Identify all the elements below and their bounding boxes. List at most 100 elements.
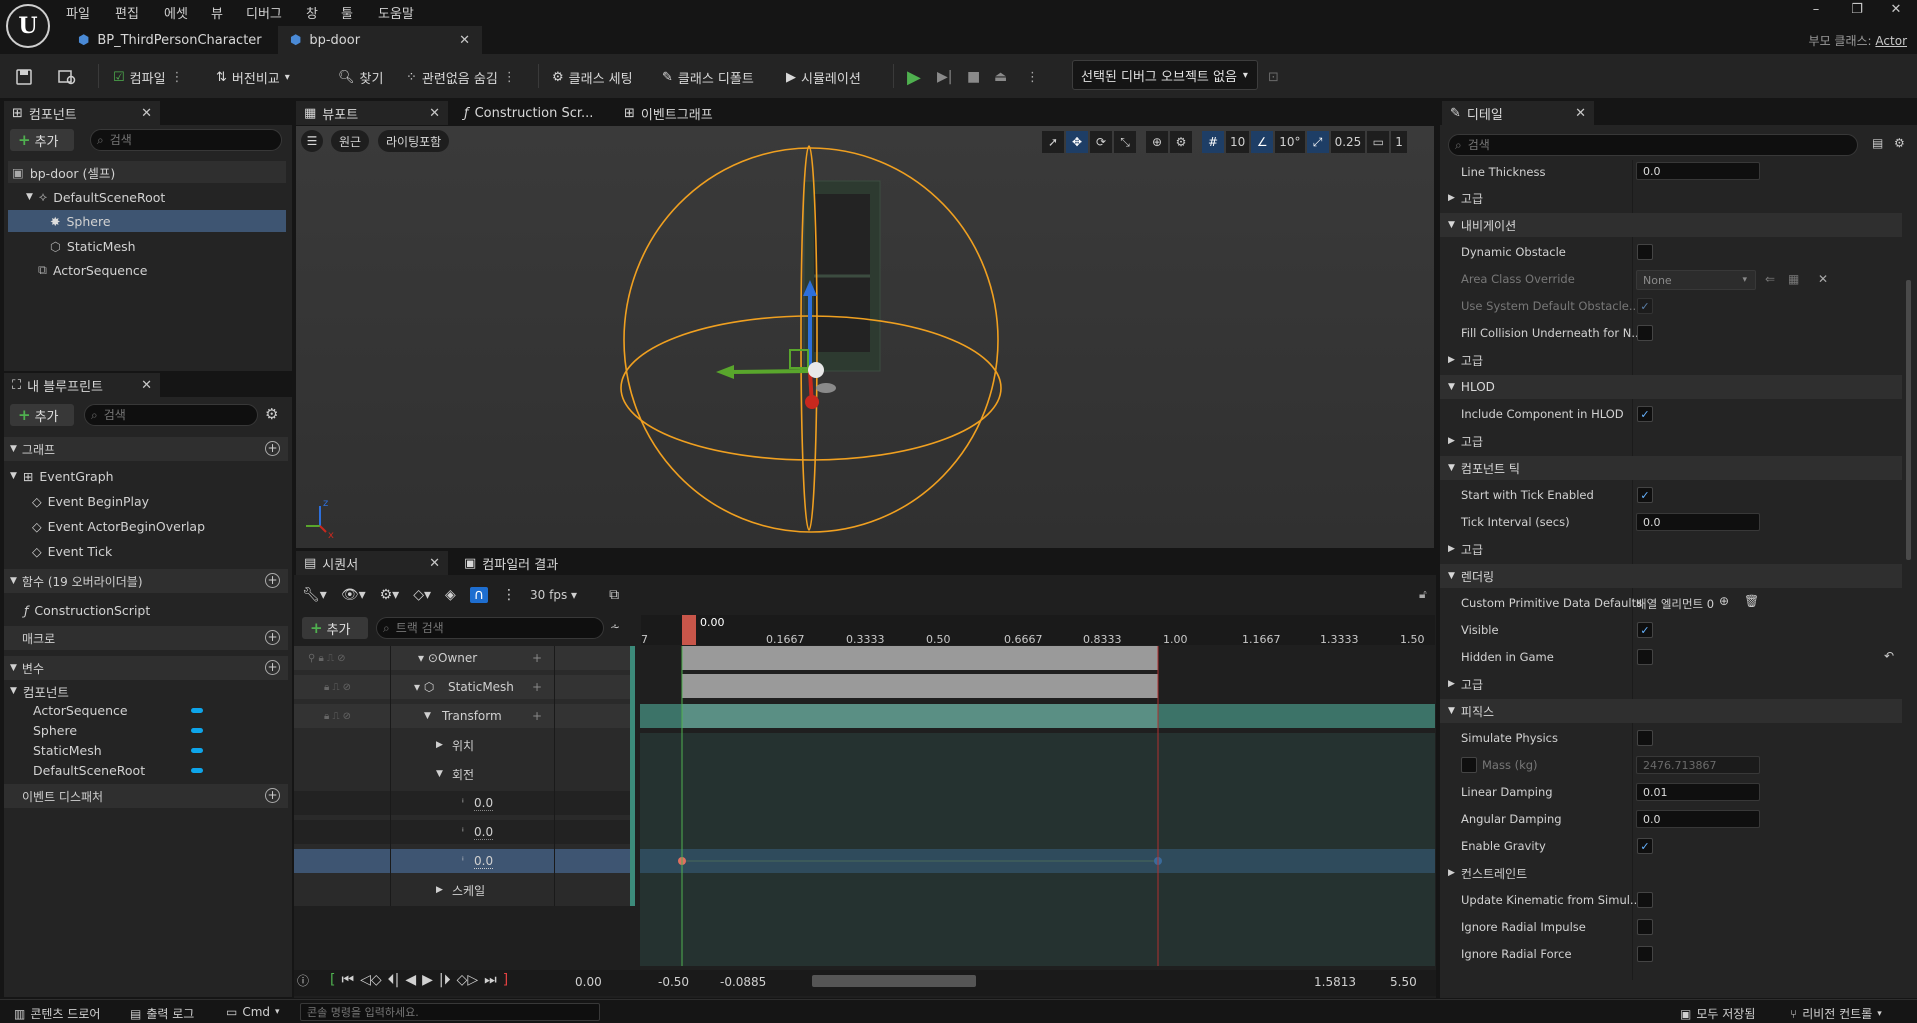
- add-component-button[interactable]: + 추가: [10, 129, 74, 151]
- select-icon[interactable]: ➚: [1042, 131, 1064, 153]
- compile-button[interactable]: ☑ 컴파일 ⋮: [113, 66, 184, 88]
- myblueprint-search-input[interactable]: [103, 408, 257, 422]
- gear-icon[interactable]: ⚙: [265, 405, 278, 423]
- grid-snap-icon[interactable]: #: [1202, 131, 1224, 153]
- section-graphs[interactable]: ▼ 그래프 +: [4, 437, 288, 461]
- set-start-icon[interactable]: [: [330, 972, 335, 988]
- variable-defaultsceneroot[interactable]: DefaultSceneRoot: [8, 759, 286, 781]
- unreal-logo-icon[interactable]: U: [6, 4, 50, 48]
- track-rotation-z[interactable]: ⁱ 0.0: [294, 849, 634, 873]
- variable-staticmesh[interactable]: StaticMesh: [8, 739, 286, 761]
- find-button[interactable]: 🔍︎ 찾기: [338, 66, 383, 88]
- track-rotation[interactable]: ▼ 회전: [294, 762, 634, 786]
- parent-class-link[interactable]: Actor: [1875, 34, 1907, 48]
- camera-speed-icon[interactable]: ▭: [1367, 131, 1390, 153]
- surface-snap-icon[interactable]: ⚙: [1170, 131, 1192, 153]
- translate-icon[interactable]: ✥: [1066, 131, 1088, 153]
- more-vertical-icon[interactable]: ⋮: [1026, 66, 1039, 88]
- tab-event-graph[interactable]: ⊞ 이벤트그래프: [616, 101, 756, 125]
- menu-file[interactable]: 파일: [66, 3, 90, 22]
- revision-control-button[interactable]: ⑂ 리비전 컨트롤 ▾: [1790, 1005, 1882, 1022]
- class-settings-button[interactable]: ⚙ 클래스 세팅: [552, 66, 633, 88]
- stop-icon[interactable]: ■: [967, 66, 980, 88]
- enable-gravity-checkbox[interactable]: ✓: [1637, 838, 1653, 854]
- section-functions[interactable]: ▼ 함수 (19 오버라이더블) +: [4, 569, 288, 593]
- table-view-icon[interactable]: ▤: [1872, 136, 1883, 150]
- add-function-icon[interactable]: +: [265, 573, 280, 588]
- console-input[interactable]: [307, 1005, 599, 1019]
- tab-construction-script[interactable]: ƒ Construction Scr...: [456, 101, 606, 125]
- current-time-field[interactable]: 0.00: [575, 975, 602, 989]
- delete-icon[interactable]: 🗑︎: [1744, 594, 1759, 608]
- range-scrollbar[interactable]: [812, 975, 976, 987]
- rotation-snap-value[interactable]: 10°: [1275, 131, 1305, 153]
- section-rendering[interactable]: ▼ 렌더링: [1440, 564, 1902, 588]
- filter-icon[interactable]: ⩪: [610, 620, 620, 634]
- viewport-3d[interactable]: z x: [296, 126, 1434, 548]
- ignore-radial-impulse-checkbox[interactable]: [1637, 919, 1653, 935]
- dynamic-obstacle-checkbox[interactable]: [1637, 244, 1653, 260]
- browse-icon[interactable]: [58, 66, 76, 88]
- track-rotation-x[interactable]: ⁱ 0.0: [294, 791, 634, 815]
- event-beginplay[interactable]: ◇ Event BeginPlay: [8, 490, 286, 512]
- tick-interval-field[interactable]: 0.0: [1636, 513, 1760, 531]
- save-all-status[interactable]: ▣ 모두 저장됨: [1680, 1005, 1755, 1022]
- update-kinematic-checkbox[interactable]: [1637, 892, 1653, 908]
- tab-bp-door[interactable]: ⬢ bp-door ✕: [278, 26, 482, 54]
- section-variables[interactable]: ▼ 변수 +: [4, 656, 288, 680]
- line-thickness-field[interactable]: 0.0: [1636, 162, 1760, 180]
- close-tab-icon[interactable]: ✕: [459, 33, 470, 48]
- use-selected-icon[interactable]: ⇐: [1765, 272, 1775, 286]
- info-icon[interactable]: ⓘ: [297, 972, 309, 989]
- play-icon[interactable]: ▶: [907, 66, 921, 88]
- function-constructionscript[interactable]: ƒ ConstructionScript: [8, 599, 286, 621]
- lock-icon[interactable]: 🔓︎: [1419, 587, 1427, 602]
- component-defaultsceneroot[interactable]: ▼ ⟡ DefaultSceneRoot: [8, 186, 286, 208]
- tools-icon[interactable]: 🔧︎▾: [302, 587, 327, 603]
- prev-frame-icon[interactable]: ⏴|: [388, 972, 400, 988]
- include-hlod-checkbox[interactable]: ✓: [1637, 406, 1653, 422]
- add-track-icon[interactable]: +: [532, 709, 542, 723]
- camera-speed-value[interactable]: 1: [1391, 131, 1407, 153]
- hidden-in-game-checkbox[interactable]: [1637, 649, 1653, 665]
- playback-options-icon[interactable]: ⚙▾: [380, 587, 400, 603]
- advanced-toggle[interactable]: ▶ 고급: [1440, 672, 1902, 696]
- visible-checkbox[interactable]: ✓: [1637, 622, 1653, 638]
- more-vertical-icon[interactable]: ⋮: [502, 587, 516, 603]
- close-icon[interactable]: ✕: [429, 556, 440, 571]
- ignore-radial-force-checkbox[interactable]: [1637, 946, 1653, 962]
- section-event-dispatchers[interactable]: 이벤트 디스패처 +: [4, 784, 288, 808]
- track-rotation-y[interactable]: ⁱ 0.0: [294, 820, 634, 844]
- track-staticmesh[interactable]: 🔒︎ ⎍ ⊘ ▾ ⬡ StaticMesh +: [294, 675, 634, 699]
- rotate-icon[interactable]: ⟳: [1090, 131, 1112, 153]
- variable-sphere[interactable]: Sphere: [8, 719, 286, 741]
- next-key-icon[interactable]: ◇▷: [457, 972, 479, 988]
- track-transform[interactable]: 🔒︎ ⎍ ⊘ ▼ Transform +: [294, 704, 634, 728]
- details-search[interactable]: ⌕: [1448, 134, 1858, 156]
- auto-key-icon[interactable]: ◈: [445, 587, 456, 603]
- cmd-select[interactable]: ▭ Cmd ▾: [226, 1005, 280, 1019]
- area-class-select[interactable]: None ▾: [1636, 270, 1756, 290]
- minimize-icon[interactable]: –: [1802, 2, 1830, 17]
- view-options-icon[interactable]: 👁︎▾: [341, 587, 366, 603]
- event-actorbeginoverlap[interactable]: ◇ Event ActorBeginOverlap: [8, 515, 286, 537]
- graph-eventgraph[interactable]: ▼ ⊞ EventGraph: [8, 465, 286, 487]
- fill-collision-checkbox[interactable]: [1637, 325, 1653, 341]
- curve-editor-icon[interactable]: ⧉: [609, 587, 619, 603]
- start-with-tick-checkbox[interactable]: ✓: [1637, 487, 1653, 503]
- diff-button[interactable]: ⇅ 버전비교 ▾: [216, 66, 290, 88]
- gear-icon[interactable]: ⚙: [1894, 136, 1905, 150]
- simulate-physics-checkbox[interactable]: [1637, 730, 1653, 746]
- console-input-box[interactable]: [300, 1003, 600, 1021]
- menu-tools[interactable]: 툴: [341, 3, 353, 22]
- simulation-button[interactable]: ▶ 시뮬레이션: [786, 66, 861, 88]
- menu-view[interactable]: 뷰: [211, 3, 223, 22]
- track-search[interactable]: ⌕: [376, 617, 604, 639]
- close-icon[interactable]: ✕: [429, 106, 440, 121]
- debug-filter-icon[interactable]: ⊡: [1268, 66, 1279, 88]
- lit-mode-button[interactable]: 라이팅포함: [378, 130, 450, 152]
- close-window-icon[interactable]: ✕: [1882, 2, 1910, 17]
- maximize-icon[interactable]: ❐: [1843, 2, 1871, 17]
- add-macro-icon[interactable]: +: [265, 630, 280, 645]
- playhead-marker[interactable]: [682, 615, 696, 645]
